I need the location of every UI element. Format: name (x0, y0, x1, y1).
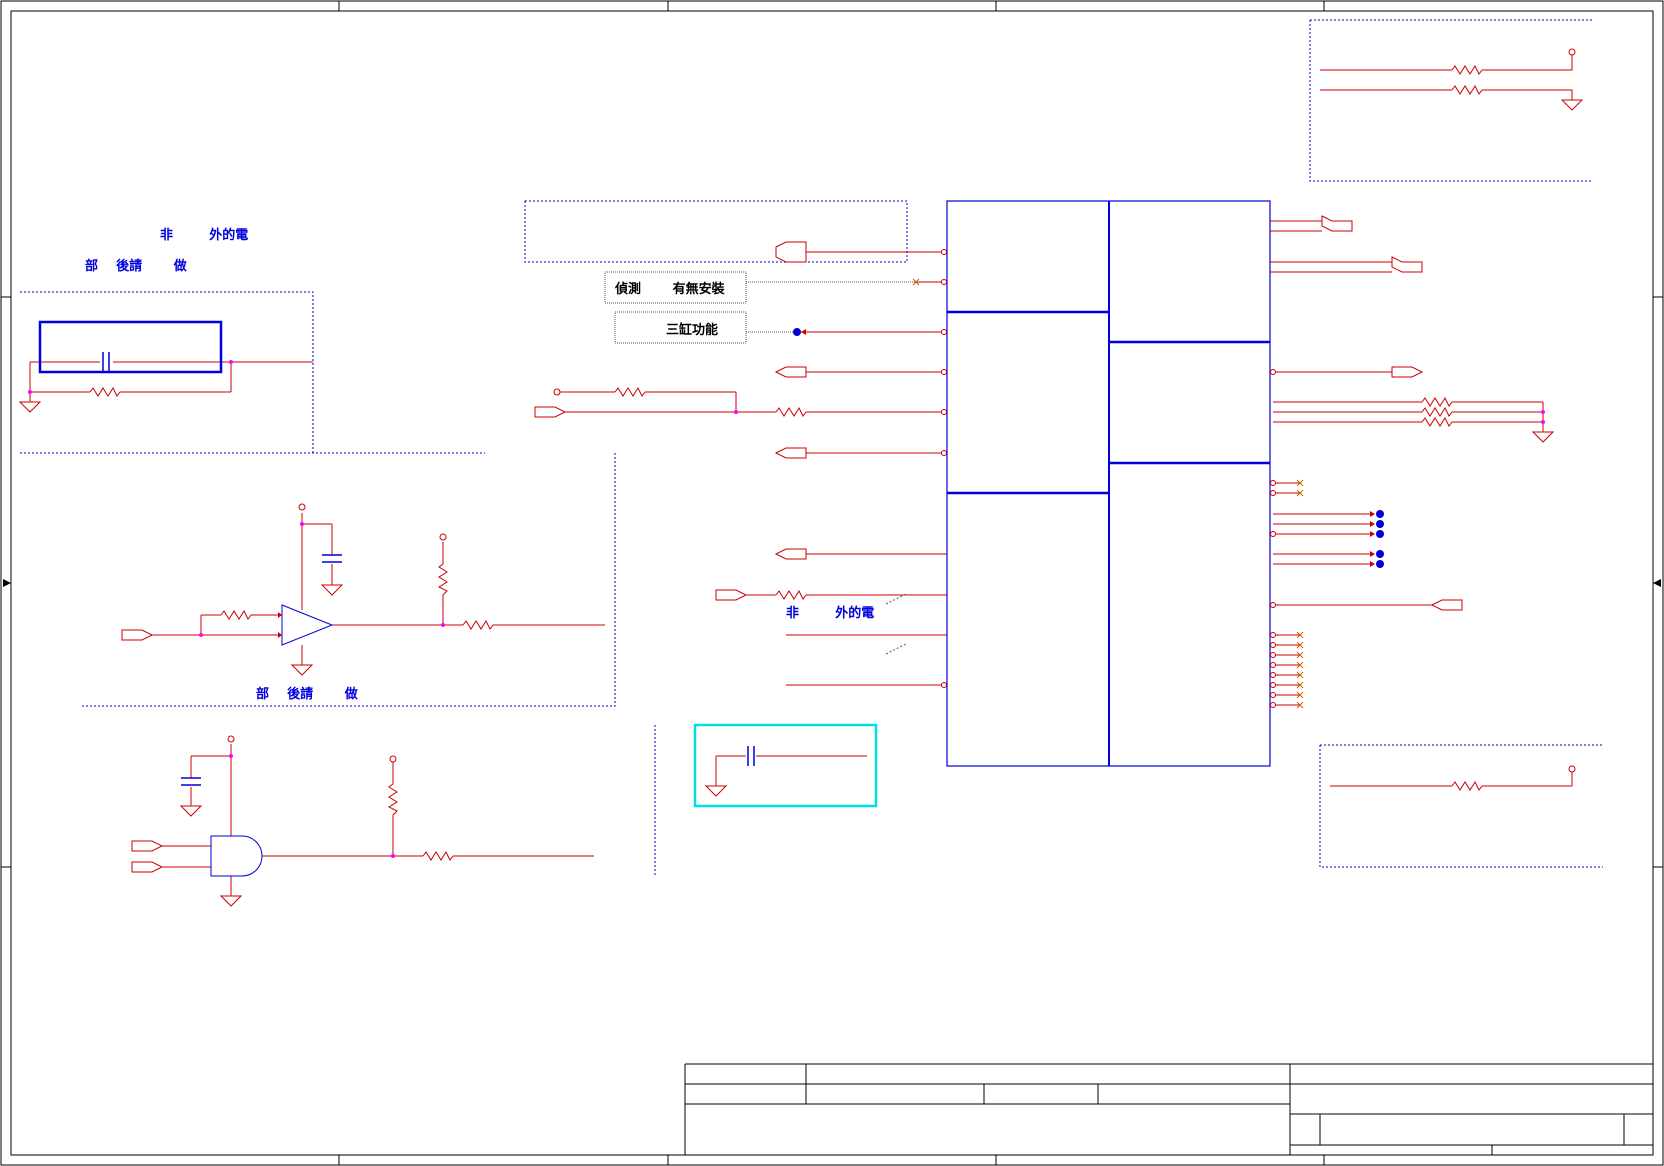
diagonal-strokes (885, 593, 907, 655)
op-amp (281, 604, 334, 646)
tri-color-label: 三缸功能 (666, 323, 719, 338)
middle-note-line2: 部 後請 做 (256, 687, 358, 702)
title-block (684, 1063, 1653, 1155)
center-arrows (3, 579, 1661, 587)
middle-note-line1: 非 外的電 (786, 606, 875, 621)
pin-circles (227, 48, 1576, 773)
blue-highlight-box (38, 320, 223, 374)
main-ic (946, 200, 1271, 767)
and-gate (210, 835, 263, 877)
left-note-line2: 部 後請 做 (85, 259, 187, 274)
test-points (793, 328, 1384, 568)
schematic-sheet (0, 0, 1664, 1166)
arrow-heads (278, 329, 1375, 638)
capacitors (102, 352, 755, 786)
resistors (89, 64, 1483, 861)
dashed-regions (20, 19, 1603, 877)
sheet-frame (0, 0, 1664, 1166)
wires (29, 55, 1573, 896)
left-note-line1: 非 外的電 (160, 228, 249, 243)
cyan-highlight-box (693, 723, 878, 808)
detect-label: 偵測 有無安裝 (615, 282, 725, 297)
port-flags (121, 215, 1463, 873)
